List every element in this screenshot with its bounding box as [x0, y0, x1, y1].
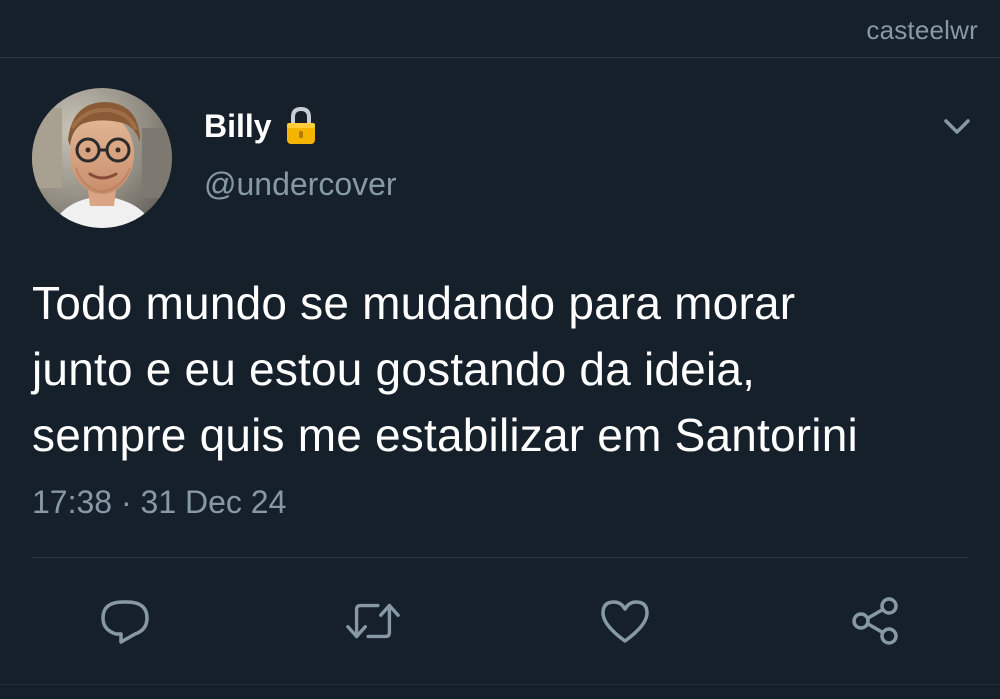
tweet-text-line: Todo mundo se mudando para morar — [32, 277, 796, 329]
reply-icon — [101, 600, 149, 644]
avatar[interactable] — [32, 88, 172, 228]
retweet-button[interactable] — [345, 593, 401, 649]
lock-icon — [284, 106, 318, 146]
heart-icon — [601, 600, 649, 643]
watermark: casteelwr — [866, 15, 978, 45]
bottom-bar — [0, 684, 1000, 699]
tweet-text-line: junto e eu estou gostando da ideia, — [32, 343, 756, 395]
share-icon — [852, 597, 898, 645]
reply-button[interactable] — [97, 593, 153, 649]
tweet-timestamp[interactable]: 17:38 · 31 Dec 24 — [32, 484, 286, 521]
top-bar: casteelwr — [0, 0, 1000, 58]
tweet-text: Todo mundo se mudando para morar junto e… — [32, 270, 972, 468]
author-name[interactable]: Billy — [204, 106, 318, 146]
like-button[interactable] — [597, 593, 653, 649]
avatar-photo — [32, 88, 172, 228]
author-handle[interactable]: @undercover — [204, 166, 397, 203]
divider — [32, 557, 968, 558]
chevron-down-icon[interactable] — [940, 112, 974, 142]
share-button[interactable] — [847, 593, 903, 649]
tweet-text-line: sempre quis me estabilizar em Santorini — [32, 409, 858, 461]
author-name-text: Billy — [204, 107, 272, 144]
retweet-icon — [346, 603, 400, 639]
